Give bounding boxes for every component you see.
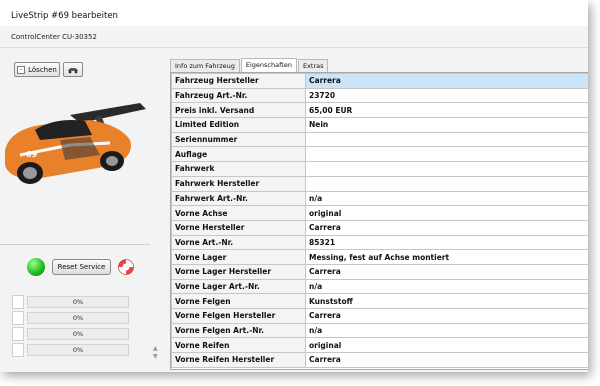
property-key: Fahrwerk Hersteller (171, 175, 306, 192)
tab-bar: Info zum Fahrzeug Eigenschaften Extras (170, 58, 329, 73)
property-value[interactable]: Carrera (305, 219, 588, 236)
property-value[interactable]: Kunststoff (305, 293, 588, 309)
table-row[interactable]: Vorne Art.-Nr. 85321 (171, 234, 588, 251)
tab-eigenschaften[interactable]: Eigenschaften (240, 58, 297, 73)
table-row[interactable]: Vorne Lager Art.-Nr. n/a (171, 278, 588, 295)
table-row[interactable]: Limited Edition Nein (171, 117, 588, 133)
delete-button[interactable]: – Löschen (14, 62, 60, 77)
property-key: Seriennummer (171, 131, 306, 148)
property-value[interactable]: 65,00 EUR (305, 102, 588, 119)
property-value[interactable]: Carrera (305, 263, 588, 280)
property-key: Vorne Lager Art.-Nr. (171, 278, 306, 295)
property-key: Fahrwerk (171, 161, 306, 177)
table-row[interactable]: Fahrwerk Art.-Nr. n/a (171, 190, 588, 207)
table-row[interactable]: Vorne Hersteller Carrera (171, 219, 588, 236)
table-row[interactable]: Vorne Reifen Hersteller Carrera (171, 352, 588, 368)
tab-extras[interactable]: Extras (297, 59, 329, 73)
property-value[interactable]: n/a (305, 322, 588, 339)
window-subtitle: ControlCenter CU-30352 (11, 33, 97, 41)
title-bar: LiveStrip #69 bearbeiten (0, 0, 588, 26)
property-key: Vorne Art.-Nr. (171, 234, 306, 251)
table-row[interactable]: Seriennummer (171, 131, 588, 148)
svg-text:69: 69 (26, 150, 38, 159)
progress-bar: 0% (27, 328, 129, 340)
checkbox[interactable] (12, 295, 24, 309)
table-row[interactable]: Vorne Reifen original (171, 337, 588, 354)
scroll-up-icon[interactable]: ▲ (153, 345, 158, 353)
table-row[interactable]: Fahrzeug Art.-Nr. 23720 (171, 87, 588, 104)
scroll-arrows: ▲ ▼ (153, 345, 158, 361)
property-key: Vorne Reifen (171, 337, 306, 354)
property-value[interactable] (305, 161, 588, 177)
table-row[interactable]: Vorne Lager Messing, fest auf Achse monti… (171, 249, 588, 265)
header-divider (0, 47, 588, 48)
checkbox[interactable] (12, 343, 24, 357)
table-row[interactable]: Preis inkl. Versand 65,00 EUR (171, 102, 588, 119)
property-value[interactable] (305, 146, 588, 163)
table-row[interactable]: Fahrwerk (171, 161, 588, 177)
property-value[interactable] (305, 175, 588, 192)
car-image: 69 (5, 103, 146, 184)
property-key: Preis inkl. Versand (171, 102, 306, 119)
property-value[interactable]: 23720 (305, 87, 588, 104)
progress-list: 0% 0% 0% 0% (12, 294, 132, 358)
status-led-icon (27, 258, 45, 276)
property-value[interactable]: 85321 (305, 234, 588, 251)
properties-table: Fahrzeug Hersteller Carrera Fahrzeug Art.-… (171, 73, 588, 368)
property-value[interactable]: original (305, 337, 588, 354)
property-value[interactable]: original (305, 205, 588, 221)
window-title: LiveStrip #69 bearbeiten (11, 11, 118, 21)
edit-window: LiveStrip #69 bearbeiten ControlCenter C… (0, 0, 588, 372)
table-row[interactable]: Vorne Felgen Kunststoff (171, 293, 588, 309)
table-row[interactable]: Fahrwerk Hersteller (171, 175, 588, 192)
property-value[interactable]: Carrera (305, 73, 588, 89)
progress-row: 0% (12, 310, 132, 326)
property-key: Fahrzeug Hersteller (171, 73, 306, 89)
property-key: Vorne Felgen (171, 293, 306, 309)
delete-icon: – (17, 65, 26, 74)
reset-service-button[interactable]: Reset Service (52, 259, 111, 275)
table-row[interactable]: Fahrzeug Hersteller Carrera (171, 73, 588, 89)
progress-row: 0% (12, 342, 132, 358)
table-row[interactable]: Vorne Felgen Hersteller Carrera (171, 308, 588, 324)
property-key: Vorne Lager Hersteller (171, 263, 306, 280)
scroll-down-icon[interactable]: ▼ (153, 353, 158, 361)
progress-bar: 0% (27, 296, 129, 308)
progress-bar: 0% (27, 344, 129, 356)
delete-button-label: Löschen (28, 65, 57, 74)
property-value[interactable]: Carrera (305, 308, 588, 324)
property-key: Vorne Felgen Art.-Nr. (171, 322, 306, 339)
left-separator (0, 244, 150, 245)
properties-grid[interactable]: Fahrzeug Hersteller Carrera Fahrzeug Art.-… (170, 72, 588, 370)
property-key: Vorne Hersteller (171, 219, 306, 236)
property-value[interactable]: n/a (305, 190, 588, 207)
progress-row: 0% (12, 294, 132, 310)
checkbox[interactable] (12, 311, 24, 325)
table-row[interactable]: Auflage (171, 146, 588, 163)
property-value[interactable]: Nein (305, 117, 588, 133)
table-row[interactable]: Vorne Lager Hersteller Carrera (171, 263, 588, 280)
property-value[interactable] (305, 131, 588, 148)
property-value[interactable]: Carrera (305, 352, 588, 368)
property-key: Vorne Achse (171, 205, 306, 221)
car-icon (68, 67, 78, 73)
property-key: Limited Edition (171, 117, 306, 133)
progress-bar: 0% (27, 312, 129, 324)
property-key: Auflage (171, 146, 306, 163)
property-key: Vorne Reifen Hersteller (171, 352, 306, 368)
property-key: Fahrwerk Art.-Nr. (171, 190, 306, 207)
checkbox[interactable] (12, 327, 24, 341)
table-row[interactable]: Vorne Felgen Art.-Nr. n/a (171, 322, 588, 339)
progress-row: 0% (12, 326, 132, 342)
tab-info[interactable]: Info zum Fahrzeug (170, 59, 240, 73)
table-row[interactable]: Vorne Achse original (171, 205, 588, 221)
property-value[interactable]: n/a (305, 278, 588, 295)
property-key: Vorne Lager (171, 249, 306, 265)
property-key: Fahrzeug Art.-Nr. (171, 87, 306, 104)
car-button[interactable] (63, 62, 83, 77)
lifebuoy-icon[interactable] (117, 258, 135, 276)
property-value[interactable]: Messing, fest auf Achse montiert (305, 249, 588, 265)
property-key: Vorne Felgen Hersteller (171, 308, 306, 324)
